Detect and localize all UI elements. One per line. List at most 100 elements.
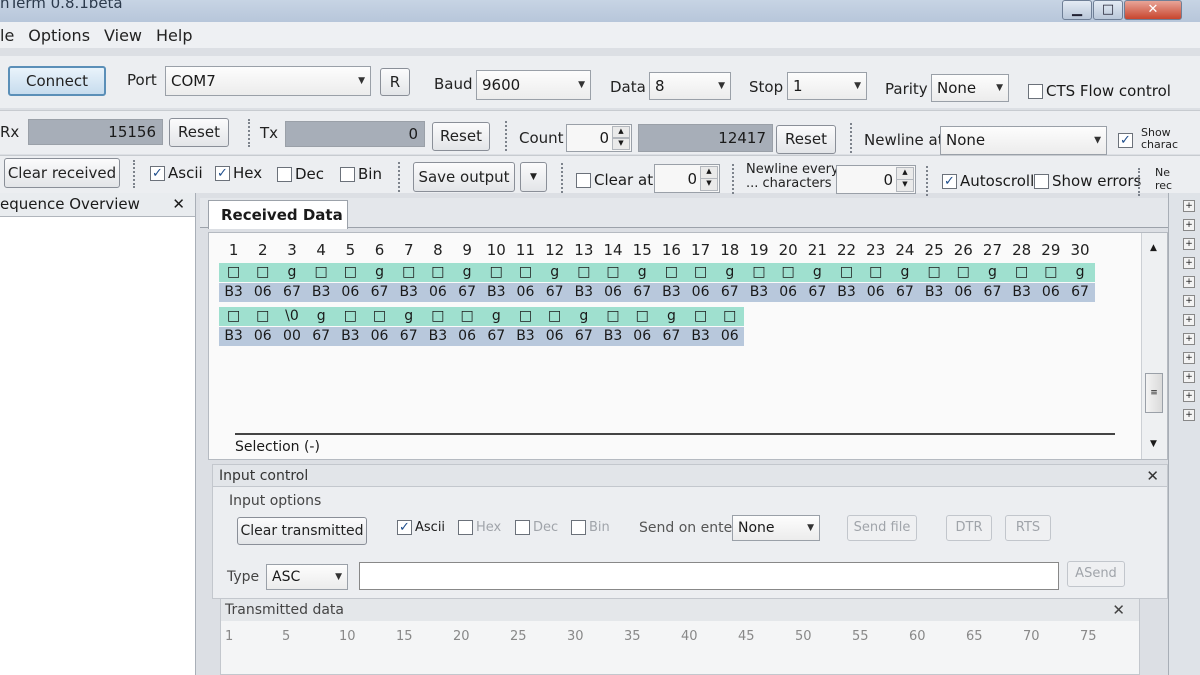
scroll-down-icon[interactable]: ▼: [1150, 439, 1157, 449]
save-output-menu-button[interactable]: ▼: [520, 162, 547, 192]
spin-down-icon[interactable]: ▼: [612, 137, 630, 150]
toolbar-grip[interactable]: [561, 163, 565, 193]
received-scrollbar[interactable]: ▲ ≡ ▼: [1141, 233, 1167, 459]
menu-view[interactable]: View: [97, 26, 149, 45]
scroll-thumb[interactable]: ≡: [1145, 373, 1163, 413]
receive-ascii-checkbox[interactable]: ✓ Ascii: [150, 164, 203, 182]
type-select[interactable]: ASC ▼: [266, 564, 348, 590]
spin-down-icon[interactable]: ▼: [896, 179, 914, 192]
column-number: 23: [866, 241, 886, 259]
send-on-enter-select[interactable]: None ▼: [732, 515, 820, 541]
receive-dec-checkbox[interactable]: Dec: [277, 165, 324, 183]
send-input[interactable]: [359, 562, 1059, 590]
spin-down-icon[interactable]: ▼: [700, 178, 718, 191]
ascii-cell: g: [306, 307, 336, 326]
save-output-button[interactable]: Save output: [413, 162, 515, 192]
menu-file[interactable]: le: [0, 26, 21, 45]
scroll-up-icon[interactable]: ▲: [1150, 243, 1157, 253]
show-characters-checkbox[interactable]: ✓: [1118, 133, 1136, 148]
expand-icon[interactable]: +: [1183, 314, 1195, 326]
toolbar-grip[interactable]: [248, 119, 252, 147]
rx-counter: 15156: [28, 119, 163, 145]
hex-cell: 06: [248, 327, 278, 346]
tx-reset-button[interactable]: Reset: [432, 122, 490, 151]
newline-at-select[interactable]: None ▼: [940, 126, 1107, 155]
column-number: 18: [720, 241, 740, 259]
close-window-button[interactable]: ✕: [1124, 0, 1182, 20]
toolbar-grip[interactable]: [1138, 168, 1142, 196]
ascii-cell: □: [306, 263, 336, 282]
clear-transmitted-button[interactable]: Clear transmitted: [237, 517, 367, 545]
input-bin-checkbox[interactable]: Bin: [571, 520, 610, 535]
expand-icon[interactable]: +: [1183, 371, 1195, 383]
tx-column-number: 75: [1080, 629, 1097, 644]
count-spinner[interactable]: 0 ▲ ▼: [566, 124, 632, 152]
input-dec-checkbox[interactable]: Dec: [515, 520, 558, 535]
show-errors-checkbox[interactable]: Show errors: [1034, 172, 1141, 190]
tx-column-number: 10: [339, 629, 356, 644]
receive-hex-checkbox[interactable]: ✓ Hex: [215, 164, 262, 182]
toolbar-grip[interactable]: [398, 162, 402, 192]
ascii-cell: g: [481, 307, 511, 326]
column-number: 10: [486, 241, 506, 259]
clear-at-checkbox[interactable]: Clear at: [576, 171, 653, 189]
menu-options[interactable]: Options: [21, 26, 97, 45]
close-icon[interactable]: ✕: [1146, 465, 1159, 487]
count-reset-button[interactable]: Reset: [776, 125, 836, 154]
chevron-down-icon: ▼: [1094, 135, 1101, 145]
clear-at-value: 0: [687, 169, 697, 188]
expand-icon[interactable]: +: [1183, 352, 1195, 364]
autoscroll-checkbox[interactable]: ✓ Autoscroll: [942, 172, 1034, 190]
spin-up-icon[interactable]: ▲: [700, 166, 718, 179]
toolbar-grip[interactable]: [850, 123, 854, 153]
parity-value: None: [937, 79, 977, 97]
checkbox-box: ✓: [942, 173, 957, 189]
rts-button[interactable]: RTS: [1005, 515, 1051, 541]
send-file-button[interactable]: Send file: [847, 515, 917, 541]
expand-icon[interactable]: +: [1183, 333, 1195, 345]
chevron-down-icon: ▼: [807, 523, 814, 533]
tab-received-data[interactable]: Received Data: [208, 200, 348, 229]
clear-at-spinner[interactable]: 0 ▲ ▼: [654, 164, 720, 193]
toolbar-grip[interactable]: [732, 164, 736, 194]
input-ascii-checkbox[interactable]: ✓ Ascii: [397, 520, 445, 535]
parity-select[interactable]: None ▼: [931, 74, 1009, 102]
input-hex-checkbox[interactable]: Hex: [458, 520, 501, 535]
expand-icon[interactable]: +: [1183, 295, 1195, 307]
asend-button[interactable]: ASend: [1067, 561, 1125, 587]
expand-icon[interactable]: +: [1183, 219, 1195, 231]
baud-select[interactable]: 9600 ▼: [476, 70, 591, 100]
minimize-button[interactable]: ▁: [1062, 0, 1092, 20]
expand-icon[interactable]: +: [1183, 200, 1195, 212]
dtr-button[interactable]: DTR: [946, 515, 992, 541]
expand-icon[interactable]: +: [1183, 238, 1195, 250]
expand-icon[interactable]: +: [1183, 409, 1195, 421]
refresh-ports-button[interactable]: R: [380, 68, 410, 96]
connect-button[interactable]: Connect: [8, 66, 106, 96]
close-icon[interactable]: ✕: [172, 193, 185, 215]
expand-icon[interactable]: +: [1183, 276, 1195, 288]
close-icon[interactable]: ✕: [1112, 599, 1125, 621]
column-number: 20: [778, 241, 798, 259]
toolbar-grip[interactable]: [926, 166, 930, 196]
receive-bin-checkbox[interactable]: Bin: [340, 165, 382, 183]
spin-up-icon[interactable]: ▲: [896, 167, 914, 180]
expand-icon[interactable]: +: [1183, 390, 1195, 402]
stop-bits-select[interactable]: 1 ▼: [787, 72, 867, 100]
hex-cell: B3: [569, 283, 599, 302]
toolbar-grip[interactable]: [505, 121, 509, 151]
rx-reset-button[interactable]: Reset: [169, 118, 229, 147]
maximize-button[interactable]: □: [1093, 0, 1123, 20]
newline-every-spinner[interactable]: 0 ▲ ▼: [836, 165, 916, 194]
expand-icon[interactable]: +: [1183, 257, 1195, 269]
tx-column-number: 15: [396, 629, 413, 644]
data-bits-select[interactable]: 8 ▼: [649, 72, 731, 100]
port-select[interactable]: COM7 ▼: [165, 66, 371, 96]
menu-help[interactable]: Help: [149, 26, 199, 45]
toolbar-grip[interactable]: [133, 160, 137, 188]
hex-cell: 67: [277, 283, 307, 302]
newline-at-value: None: [946, 131, 986, 149]
column-number: 21: [807, 241, 827, 259]
clear-received-button[interactable]: Clear received: [4, 158, 120, 188]
cts-flow-control-checkbox[interactable]: CTS Flow control: [1028, 82, 1171, 100]
